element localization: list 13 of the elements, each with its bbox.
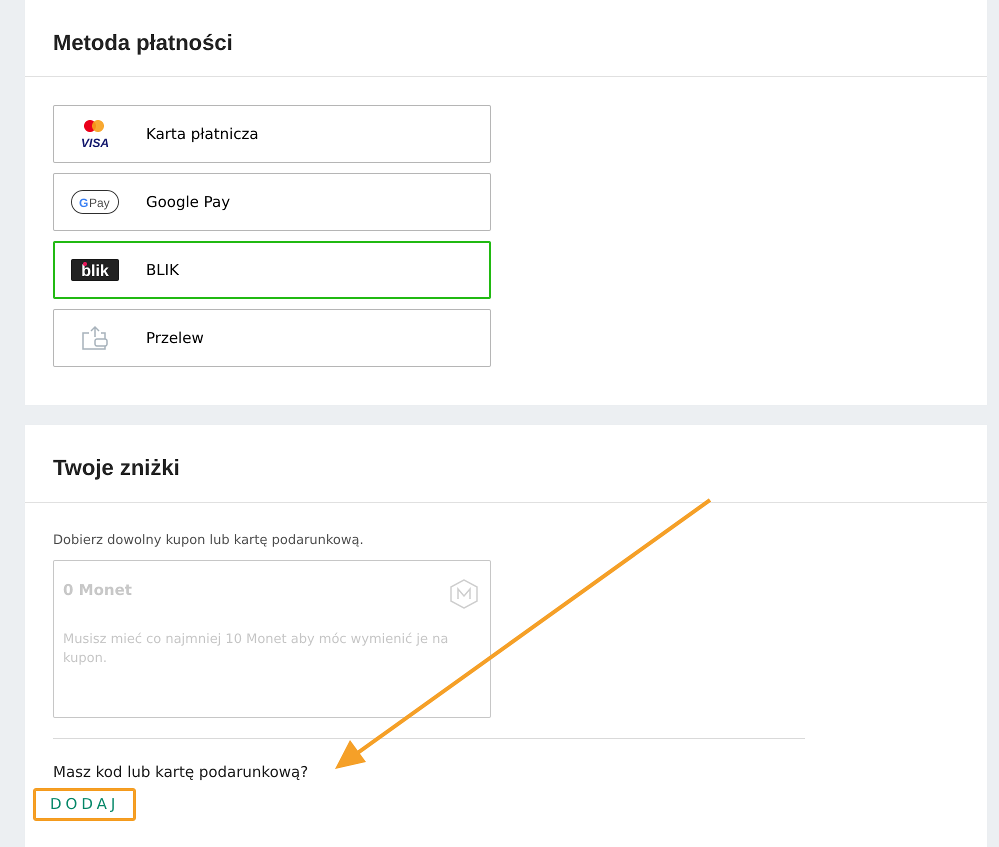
gift-code-question: Masz kod lub kartę podarunkową?: [53, 762, 310, 784]
payment-option[interactable]: VISA Karta płatnicza: [53, 105, 491, 164]
coin-icon: [450, 579, 478, 610]
payment-option[interactable]: GPay Google Pay: [53, 173, 491, 232]
blik-icon: blik: [71, 259, 119, 282]
wallet-transfer-icon: [81, 325, 109, 352]
payment-option[interactable]: blik BLIK: [53, 241, 491, 300]
intro-text: Dobierz dowolny kupon lub kartę podarunkową.: [53, 532, 365, 550]
add-button[interactable]: DODAJ: [33, 788, 136, 822]
section-title: Twoje zniżki: [25, 425, 987, 503]
section-title: Metoda płatności: [25, 0, 987, 78]
google-pay-icon: GPay: [71, 190, 119, 214]
payment-option[interactable]: Przelew: [53, 309, 491, 368]
